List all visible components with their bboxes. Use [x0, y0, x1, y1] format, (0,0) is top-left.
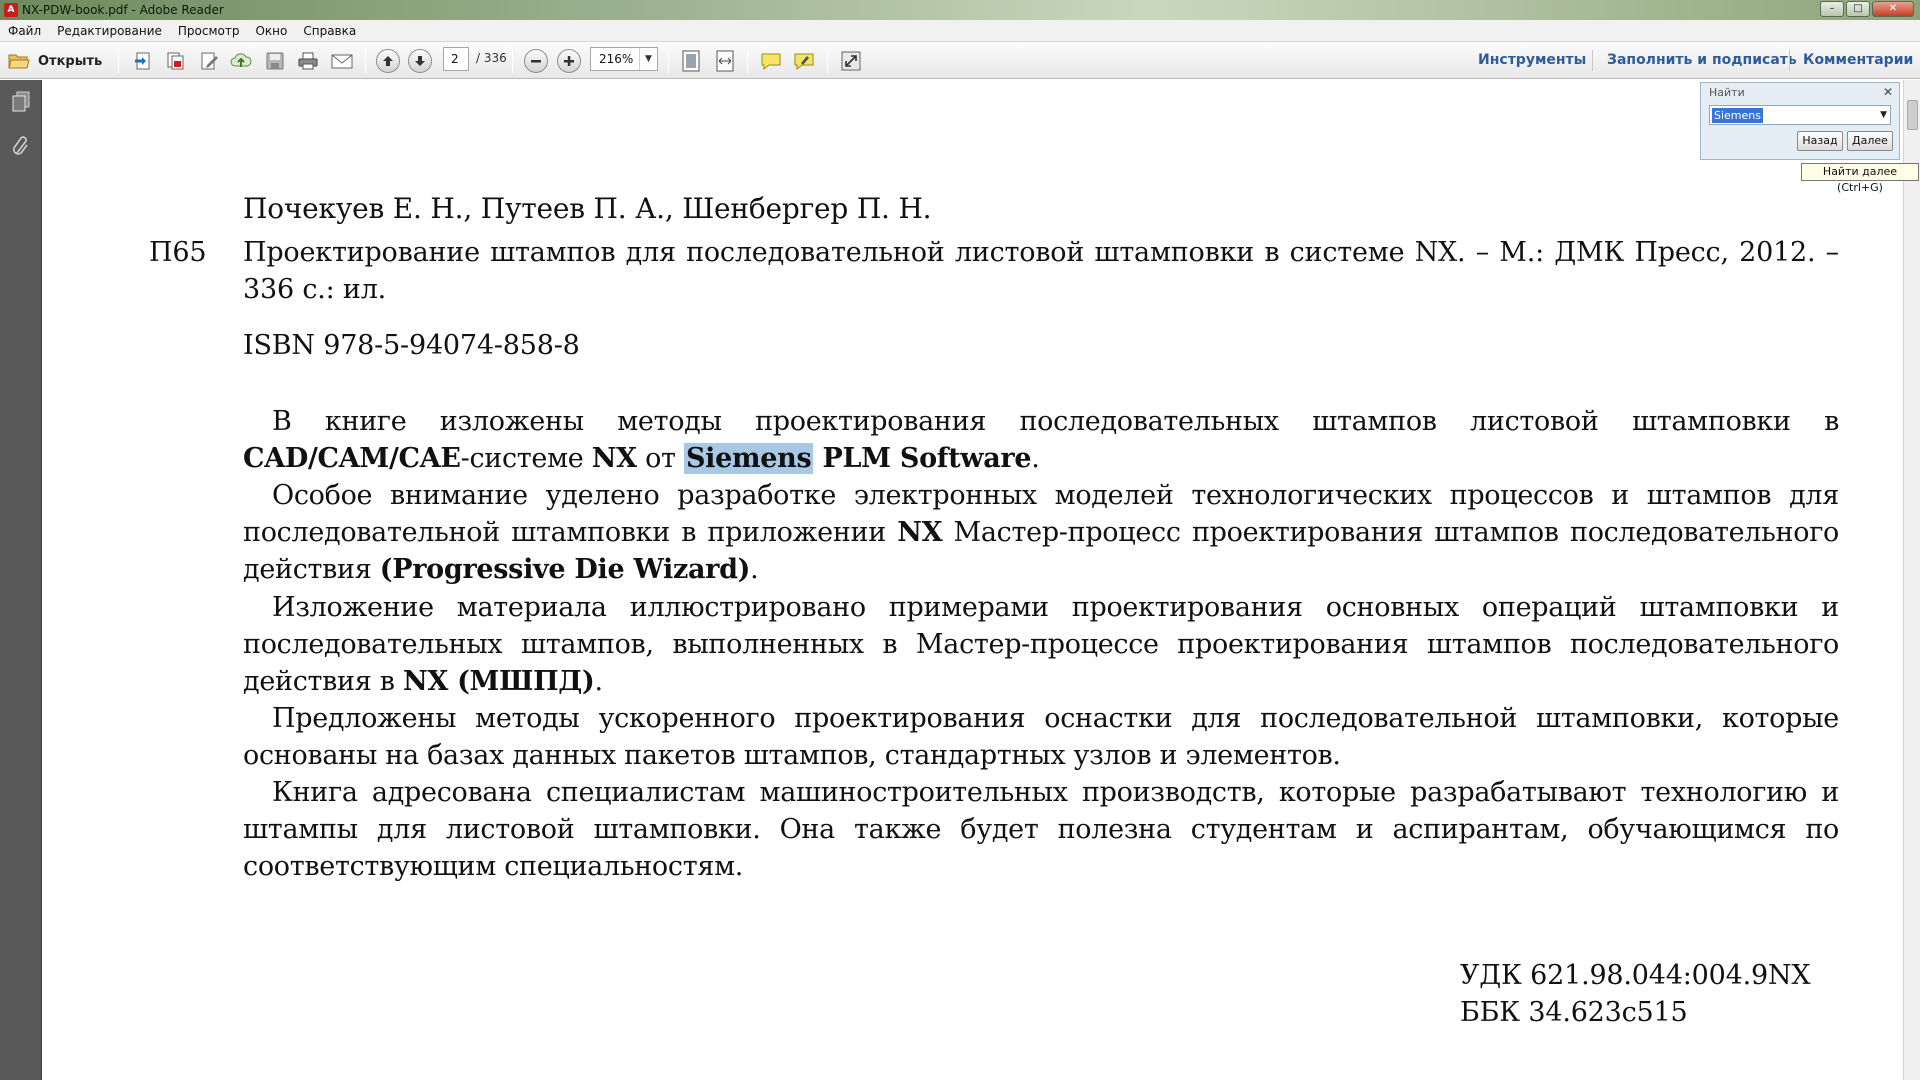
window-title: NX-PDW-book.pdf - Adobe Reader [22, 3, 224, 17]
menu-bar: Файл Редактирование Просмотр Окно Справк… [0, 20, 1920, 42]
save-icon[interactable] [262, 49, 288, 73]
find-next-button[interactable]: Далее [1847, 131, 1893, 151]
arrow-up-icon [376, 49, 400, 73]
sticky-note-icon[interactable] [757, 49, 785, 73]
menu-file[interactable]: Файл [0, 20, 49, 42]
menu-edit[interactable]: Редактирование [49, 20, 170, 42]
p2-nx-term: NX [897, 517, 943, 548]
close-icon[interactable]: ✕ [1883, 85, 1893, 99]
page-thumbnails-icon[interactable] [9, 90, 33, 114]
fit-width-icon[interactable] [712, 49, 738, 73]
abstract-paragraph-1: В книге изложены методы проектирования п… [243, 403, 1839, 477]
chevron-down-icon[interactable]: ▼ [639, 48, 657, 70]
toolbar-separator [1789, 50, 1790, 71]
find-panel: Найти ✕ Siemens ▼ Назад Далее [1700, 82, 1900, 160]
p3-nx-term: NX (МШПД) [402, 666, 595, 697]
window-title-bar: A NX-PDW-book.pdf - Adobe Reader – □ ✕ [0, 0, 1920, 20]
find-next-tooltip: Найти далее (Ctrl+G) [1801, 163, 1919, 194]
zoom-in-button[interactable] [556, 49, 582, 73]
full-screen-icon[interactable] [838, 49, 864, 73]
zoom-select[interactable]: 216% ▼ [590, 47, 658, 71]
page-number-input[interactable]: 2 [443, 47, 469, 71]
bbk-code: ББК 34.623с515 [1460, 997, 1688, 1028]
scrollbar-thumb[interactable] [1907, 100, 1918, 130]
document-page: Почекуев Е. Н., Путеев П. А., Шенбергер … [43, 80, 1903, 1080]
abstract-paragraph-5: Книга адресована специалистам машиностро… [243, 777, 1839, 882]
find-input[interactable]: Siemens [1712, 108, 1763, 123]
library-code: П65 [149, 237, 207, 268]
zoom-out-button[interactable] [523, 49, 549, 73]
open-button[interactable]: Открыть [8, 49, 108, 73]
find-title: Найти [1709, 86, 1745, 99]
isbn: ISBN 978-5-94074-858-8 [243, 330, 580, 361]
toolbar-separator [1592, 50, 1593, 71]
attachments-icon[interactable] [9, 134, 33, 158]
tools-link[interactable]: Инструменты [1478, 42, 1586, 79]
maximize-button[interactable]: □ [1846, 1, 1870, 17]
p1-text: В книге изложены методы проектирования п… [272, 406, 1839, 437]
open-button-label: Открыть [38, 53, 103, 69]
bibliographic-line-2: 336 с.: ил. [243, 274, 387, 305]
fill-sign-link[interactable]: Заполнить и подписать [1607, 42, 1797, 79]
email-icon[interactable] [328, 49, 356, 73]
arrow-down-icon [408, 49, 432, 73]
bibliographic-line-1: Проектирование штампов для последователь… [243, 237, 1839, 268]
minimize-button[interactable]: – [1820, 1, 1844, 17]
p1-plm-term: PLM Software [813, 443, 1032, 474]
p1-text-3: от [636, 443, 684, 474]
p2-period: . [750, 554, 759, 585]
p1-nx-term: NX [591, 443, 637, 474]
next-page-button[interactable] [407, 49, 433, 73]
highlight-text-icon[interactable] [790, 49, 818, 73]
page-total: / 336 [476, 51, 507, 65]
edit-document-icon[interactable] [196, 49, 222, 73]
folder-icon [8, 52, 30, 70]
p3-period: . [594, 666, 603, 697]
fit-page-icon[interactable] [678, 49, 704, 73]
minus-icon [524, 49, 548, 73]
plus-icon [557, 49, 581, 73]
create-pdf-icon[interactable] [130, 49, 156, 73]
toolbar-separator [827, 49, 828, 73]
authors-line: Почекуев Е. Н., Путеев П. А., Шенбергер … [243, 192, 932, 225]
find-combobox[interactable]: Siemens ▼ [1709, 105, 1891, 125]
navigation-panel [0, 80, 42, 1080]
vertical-scrollbar[interactable] [1903, 80, 1920, 1080]
p1-period: . [1031, 443, 1040, 474]
adobe-reader-icon: A [4, 3, 18, 17]
previous-page-button[interactable] [375, 49, 401, 73]
abstract-paragraph-2: Особое внимание уделено разработке элект… [243, 477, 1839, 588]
toolbar-separator [512, 49, 513, 73]
combine-files-icon[interactable] [162, 49, 188, 73]
chevron-down-icon[interactable]: ▼ [1880, 106, 1887, 124]
toolbar-separator [668, 49, 669, 73]
search-highlight: Siemens [683, 443, 814, 474]
p1-text-2: -системе [460, 443, 592, 474]
comments-link[interactable]: Комментарии [1803, 42, 1913, 79]
menu-help[interactable]: Справка [295, 20, 364, 42]
toolbar-separator [747, 49, 748, 73]
toolbar-separator [118, 49, 119, 73]
close-window-button[interactable]: ✕ [1872, 1, 1914, 17]
print-icon[interactable] [295, 49, 321, 73]
p1-cad-term: CAD/CAM/CAE [243, 443, 461, 474]
menu-view[interactable]: Просмотр [170, 20, 248, 42]
menu-window[interactable]: Окно [247, 20, 295, 42]
abstract-paragraph-3: Изложение материала иллюстрировано приме… [243, 589, 1839, 700]
window-controls: – □ ✕ [1820, 1, 1914, 17]
zoom-input[interactable]: 216% [595, 48, 635, 70]
abstract-paragraph-4: Предложены методы ускоренного проектиров… [243, 703, 1839, 771]
p2-pdw-term: (Progressive Die Wizard) [379, 554, 751, 585]
udk-code: УДК 621.98.044:004.9NX [1460, 960, 1811, 991]
find-previous-button[interactable]: Назад [1797, 131, 1843, 151]
cloud-upload-icon[interactable] [228, 49, 254, 73]
toolbar-separator [365, 49, 366, 73]
